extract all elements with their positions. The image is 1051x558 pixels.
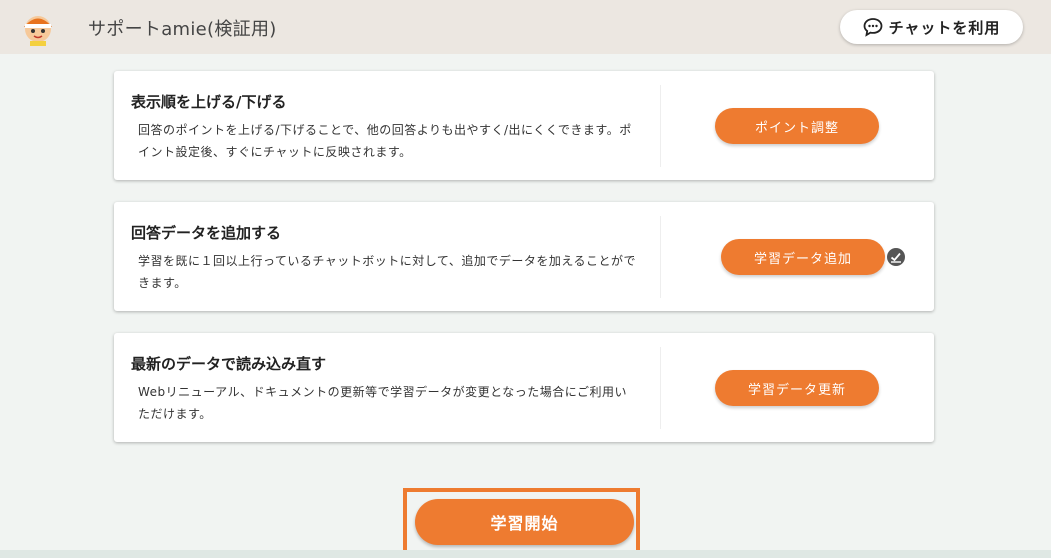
card-description: 学習を既に１回以上行っているチャットボットに対して、追加でデータを加えることがで… [138,254,636,290]
card-divider [660,85,661,167]
app-header: サポートamie(検証用) チャットを利用 [0,0,1051,54]
chat-bubble-icon [863,18,882,37]
reload-latest-data-card: 最新のデータで読み込み直す Webリニューアル、ドキュメントの更新等で学習データ… [114,333,934,442]
bottom-strip [0,550,1051,558]
use-chat-button-label: チャットを利用 [888,18,1001,37]
card-title: 表示順を上げる/下げる [131,93,287,111]
check-badge-icon [886,247,906,267]
card-title: 最新のデータで読み込み直す [131,355,327,373]
update-learning-data-button[interactable]: 学習データ更新 [715,370,879,406]
card-description: Webリニューアル、ドキュメントの更新等で学習データが変更となった場合にご利用い… [138,385,627,421]
point-adjust-button[interactable]: ポイント調整 [715,108,879,144]
card-description: 回答のポイントを上げる/下げることで、他の回答よりも出やすく/出にくくできます。… [138,123,632,159]
card-divider [660,347,661,429]
card-title: 回答データを追加する [131,224,282,242]
app-title: サポートamie(検証用) [88,19,277,40]
card-divider [660,216,661,298]
add-answer-data-card: 回答データを追加する 学習を既に１回以上行っているチャットボットに対して、追加で… [114,202,934,311]
adjust-order-card: 表示順を上げる/下げる 回答のポイントを上げる/下げることで、他の回答よりも出や… [114,71,934,180]
add-learning-data-button[interactable]: 学習データ追加 [721,239,885,275]
start-learning-button[interactable]: 学習開始 [415,499,634,545]
amie-mascot-logo-icon [19,8,57,46]
use-chat-button[interactable]: チャットを利用 [840,10,1023,44]
